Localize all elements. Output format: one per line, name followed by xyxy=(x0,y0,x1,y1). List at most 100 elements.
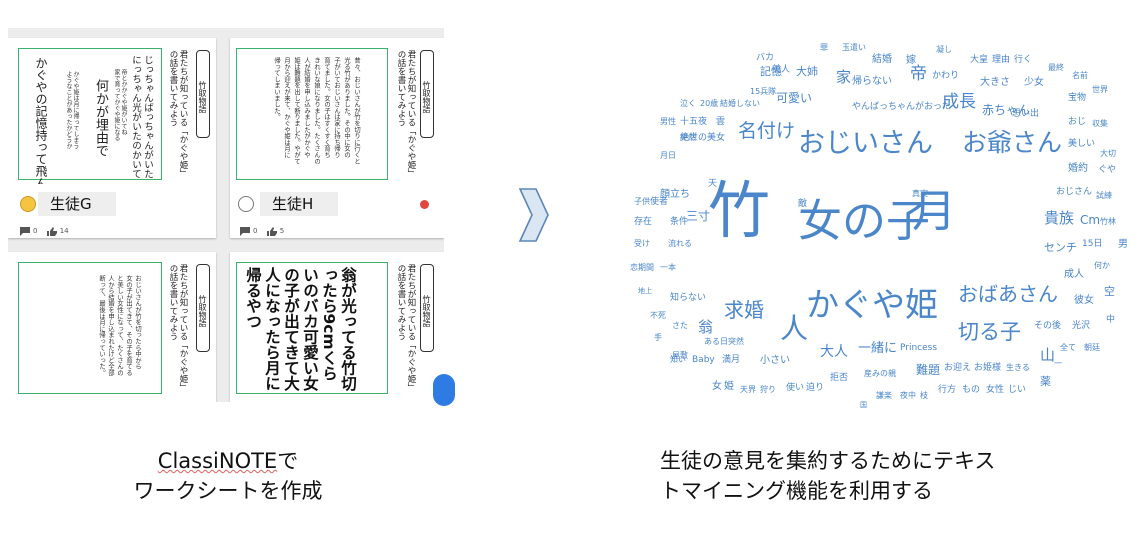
word-cloud-word: おじさん xyxy=(1056,187,1093,197)
thumbs-up-icon[interactable] xyxy=(266,226,277,236)
word-cloud-word: 試練 xyxy=(1096,191,1112,200)
worksheet-card-student-h[interactable]: 昔々、おじいさんが竹を切りに行くと 光る竹がありました。その中に女の 子がいてお… xyxy=(230,38,444,238)
right-caption-line2: トマイニング機能を利用する xyxy=(660,479,933,503)
word-cloud-word: 空 xyxy=(1104,285,1115,298)
worksheet-answer-main: 何かが埋由で xyxy=(93,79,108,157)
word-cloud-word: 行方 xyxy=(938,385,957,395)
word-cloud-word: 竹林 xyxy=(1100,217,1116,226)
word-cloud-word: 大人 xyxy=(820,344,848,360)
brand-name: ClassiNOTE xyxy=(157,449,278,473)
word-cloud-word: 三寸 xyxy=(686,209,711,223)
word-cloud-word: 15日 xyxy=(1082,239,1103,249)
word-cloud-word: 一本 xyxy=(660,263,676,272)
word-cloud-word: 使い xyxy=(786,383,805,393)
comment-count: 0 xyxy=(33,227,38,235)
chevron-right-arrow-icon xyxy=(518,188,549,242)
word-cloud-word: 人 xyxy=(780,312,809,345)
word-cloud-word: 大切 xyxy=(1100,149,1116,158)
worksheet-answer-small: じっちゃんばっちゃんがいた にっちゃん光がいたのかいて xyxy=(130,55,153,179)
worksheet-card-3[interactable]: おじいさんが竹を切ったら中から 女の子が出てきて、その子を育てる と美しい女性に… xyxy=(8,252,216,402)
worksheet-answer-bottom: かぐやの記憶持って飛んだ xyxy=(34,57,48,201)
word-cloud-word: 夜中 xyxy=(900,391,916,400)
word-cloud-word: 最終 xyxy=(1048,63,1064,72)
worksheet-answer-small-2: 帝とかかぐや姫がいてね 家で育ってかぐや姫になる xyxy=(113,69,127,141)
word-cloud-word: 玉遣い xyxy=(842,43,866,52)
word-cloud-word: 切る子 xyxy=(958,320,1021,344)
word-cloud-word: 美人 xyxy=(772,65,791,75)
word-cloud-word: 美しい xyxy=(1068,139,1096,149)
word-cloud-word: 嫁 xyxy=(906,55,916,66)
word-cloud-word: 山 xyxy=(1040,346,1056,364)
left-caption-line2: ワークシートを作成 xyxy=(133,479,323,503)
reaction-emoji-icon[interactable] xyxy=(420,200,429,209)
word-cloud-word: 受け xyxy=(634,239,650,248)
word-cloud-word: 子供 xyxy=(634,197,650,206)
word-cloud-word: 絶世の美女 xyxy=(680,133,726,143)
floating-action-button[interactable] xyxy=(433,374,455,406)
word-cloud-word: Baby xyxy=(692,355,715,365)
word-cloud-word: 女 xyxy=(712,381,722,392)
worksheet-answer-tail: かぐや姫は月に帰ってしまう ようなことがあったかどうか xyxy=(65,71,79,149)
word-cloud-word: 婚約 xyxy=(1068,163,1088,174)
worksheet-card-4[interactable]: 翁が光ってる竹切 ったら9cmくら いのバカ可愛い女 の子が出てきて大 人になっ… xyxy=(230,252,444,402)
word-cloud-word: 天 xyxy=(708,179,718,189)
word-cloud-word: 一 xyxy=(1054,359,1062,368)
right-caption: 生徒の意見を集約するためにテキス トマイニング機能を利用する xyxy=(660,446,1100,506)
word-cloud-word: 姫 xyxy=(724,381,734,392)
word-cloud-word: ぐや xyxy=(1098,165,1117,175)
word-cloud-word: もの xyxy=(962,385,981,395)
word-cloud-word: 泣く xyxy=(680,99,696,108)
word-cloud-word: 収集 xyxy=(1092,119,1108,128)
word-cloud-word: 結婚 xyxy=(872,54,892,65)
word-cloud-word: さた xyxy=(672,321,688,330)
word-cloud-word: 流れる xyxy=(668,239,692,248)
word-cloud-word: 謙楽 xyxy=(876,391,892,400)
worksheet-question: 君たちが知っている「かぐや姫」 の話を書いてみよう xyxy=(396,50,416,178)
worksheet-topic-tag: 竹取物語 xyxy=(196,264,210,352)
word-cloud-word: 知らない xyxy=(670,293,707,303)
word-cloud-word: お迎え xyxy=(944,363,972,373)
word-cloud-word: お姫様 xyxy=(974,363,1002,373)
word-cloud-word: 迫り xyxy=(806,383,825,393)
card-footer: 生徒G 0 14 xyxy=(8,184,216,238)
worksheet-topic-tag: 竹取物語 xyxy=(420,50,434,138)
word-cloud-word: 女の子 xyxy=(798,196,930,247)
comment-icon[interactable] xyxy=(20,226,30,236)
word-cloud-word: 枝 xyxy=(920,391,928,400)
worksheet-grid-screenshot: かぐやの記憶持って飛んだ かぐや姫は月に帰ってしまう ようなことがあったかどうか… xyxy=(8,28,444,402)
word-cloud-word: 満月 xyxy=(722,355,741,365)
thumbs-up-icon[interactable] xyxy=(46,226,57,236)
card-stats: 0 5 xyxy=(240,226,291,236)
word-cloud-word: 大きさ xyxy=(980,77,1010,88)
word-cloud-word: 十五夜 xyxy=(680,117,708,127)
word-cloud-word: 雲 xyxy=(716,117,726,127)
word-cloud-word: 求婚 xyxy=(724,298,764,322)
worksheet-question: 君たちが知っている「かぐや姫」 の話を書いてみよう xyxy=(396,264,416,392)
card-stats: 0 14 xyxy=(20,226,76,236)
person-avatar-icon xyxy=(238,196,254,212)
word-cloud-word: 拒否 xyxy=(830,373,849,383)
word-cloud-word: 真実 xyxy=(912,189,928,198)
student-name: 生徒G xyxy=(38,192,116,216)
word-cloud-word: 小さい xyxy=(760,355,790,366)
word-cloud-word: じい xyxy=(1008,385,1027,395)
student-name: 生徒H xyxy=(260,192,338,216)
worksheet-question: 君たちが知っている「かぐや姫」 の話を書いてみよう xyxy=(168,264,188,392)
comment-icon[interactable] xyxy=(240,226,250,236)
word-cloud-word: 大皇 xyxy=(970,55,989,65)
word-cloud-word: 20歳 xyxy=(700,99,719,108)
word-cloud-word: 産みの親 xyxy=(864,369,896,378)
left-caption-line1: ClassiNOTEで xyxy=(96,446,360,476)
word-cloud-word: 屋敷 xyxy=(672,351,688,360)
worksheet-card-student-g[interactable]: かぐやの記憶持って飛んだ かぐや姫は月に帰ってしまう ようなことがあったかどうか… xyxy=(8,38,216,238)
word-cloud-word: 恋期間 xyxy=(630,263,654,272)
worksheet-topic-tag: 竹取物語 xyxy=(420,264,434,352)
word-cloud-word: 地上 xyxy=(638,287,652,295)
word-cloud-word: やんばっちゃんがおった xyxy=(852,102,952,112)
word-cloud-word: Cm xyxy=(1080,213,1101,227)
emoji-face-icon xyxy=(20,196,36,212)
word-cloud-word: 名前 xyxy=(1072,71,1088,80)
word-cloud-word: 貴族 xyxy=(1044,209,1075,227)
word-cloud: 竹女の子月かぐや姫 おじいさん お爺さん 求婚人おばあさん 切る子 名付け 成長帝家貴族 Cm… xyxy=(620,30,1140,430)
word-cloud-word: 何か xyxy=(1094,261,1110,270)
